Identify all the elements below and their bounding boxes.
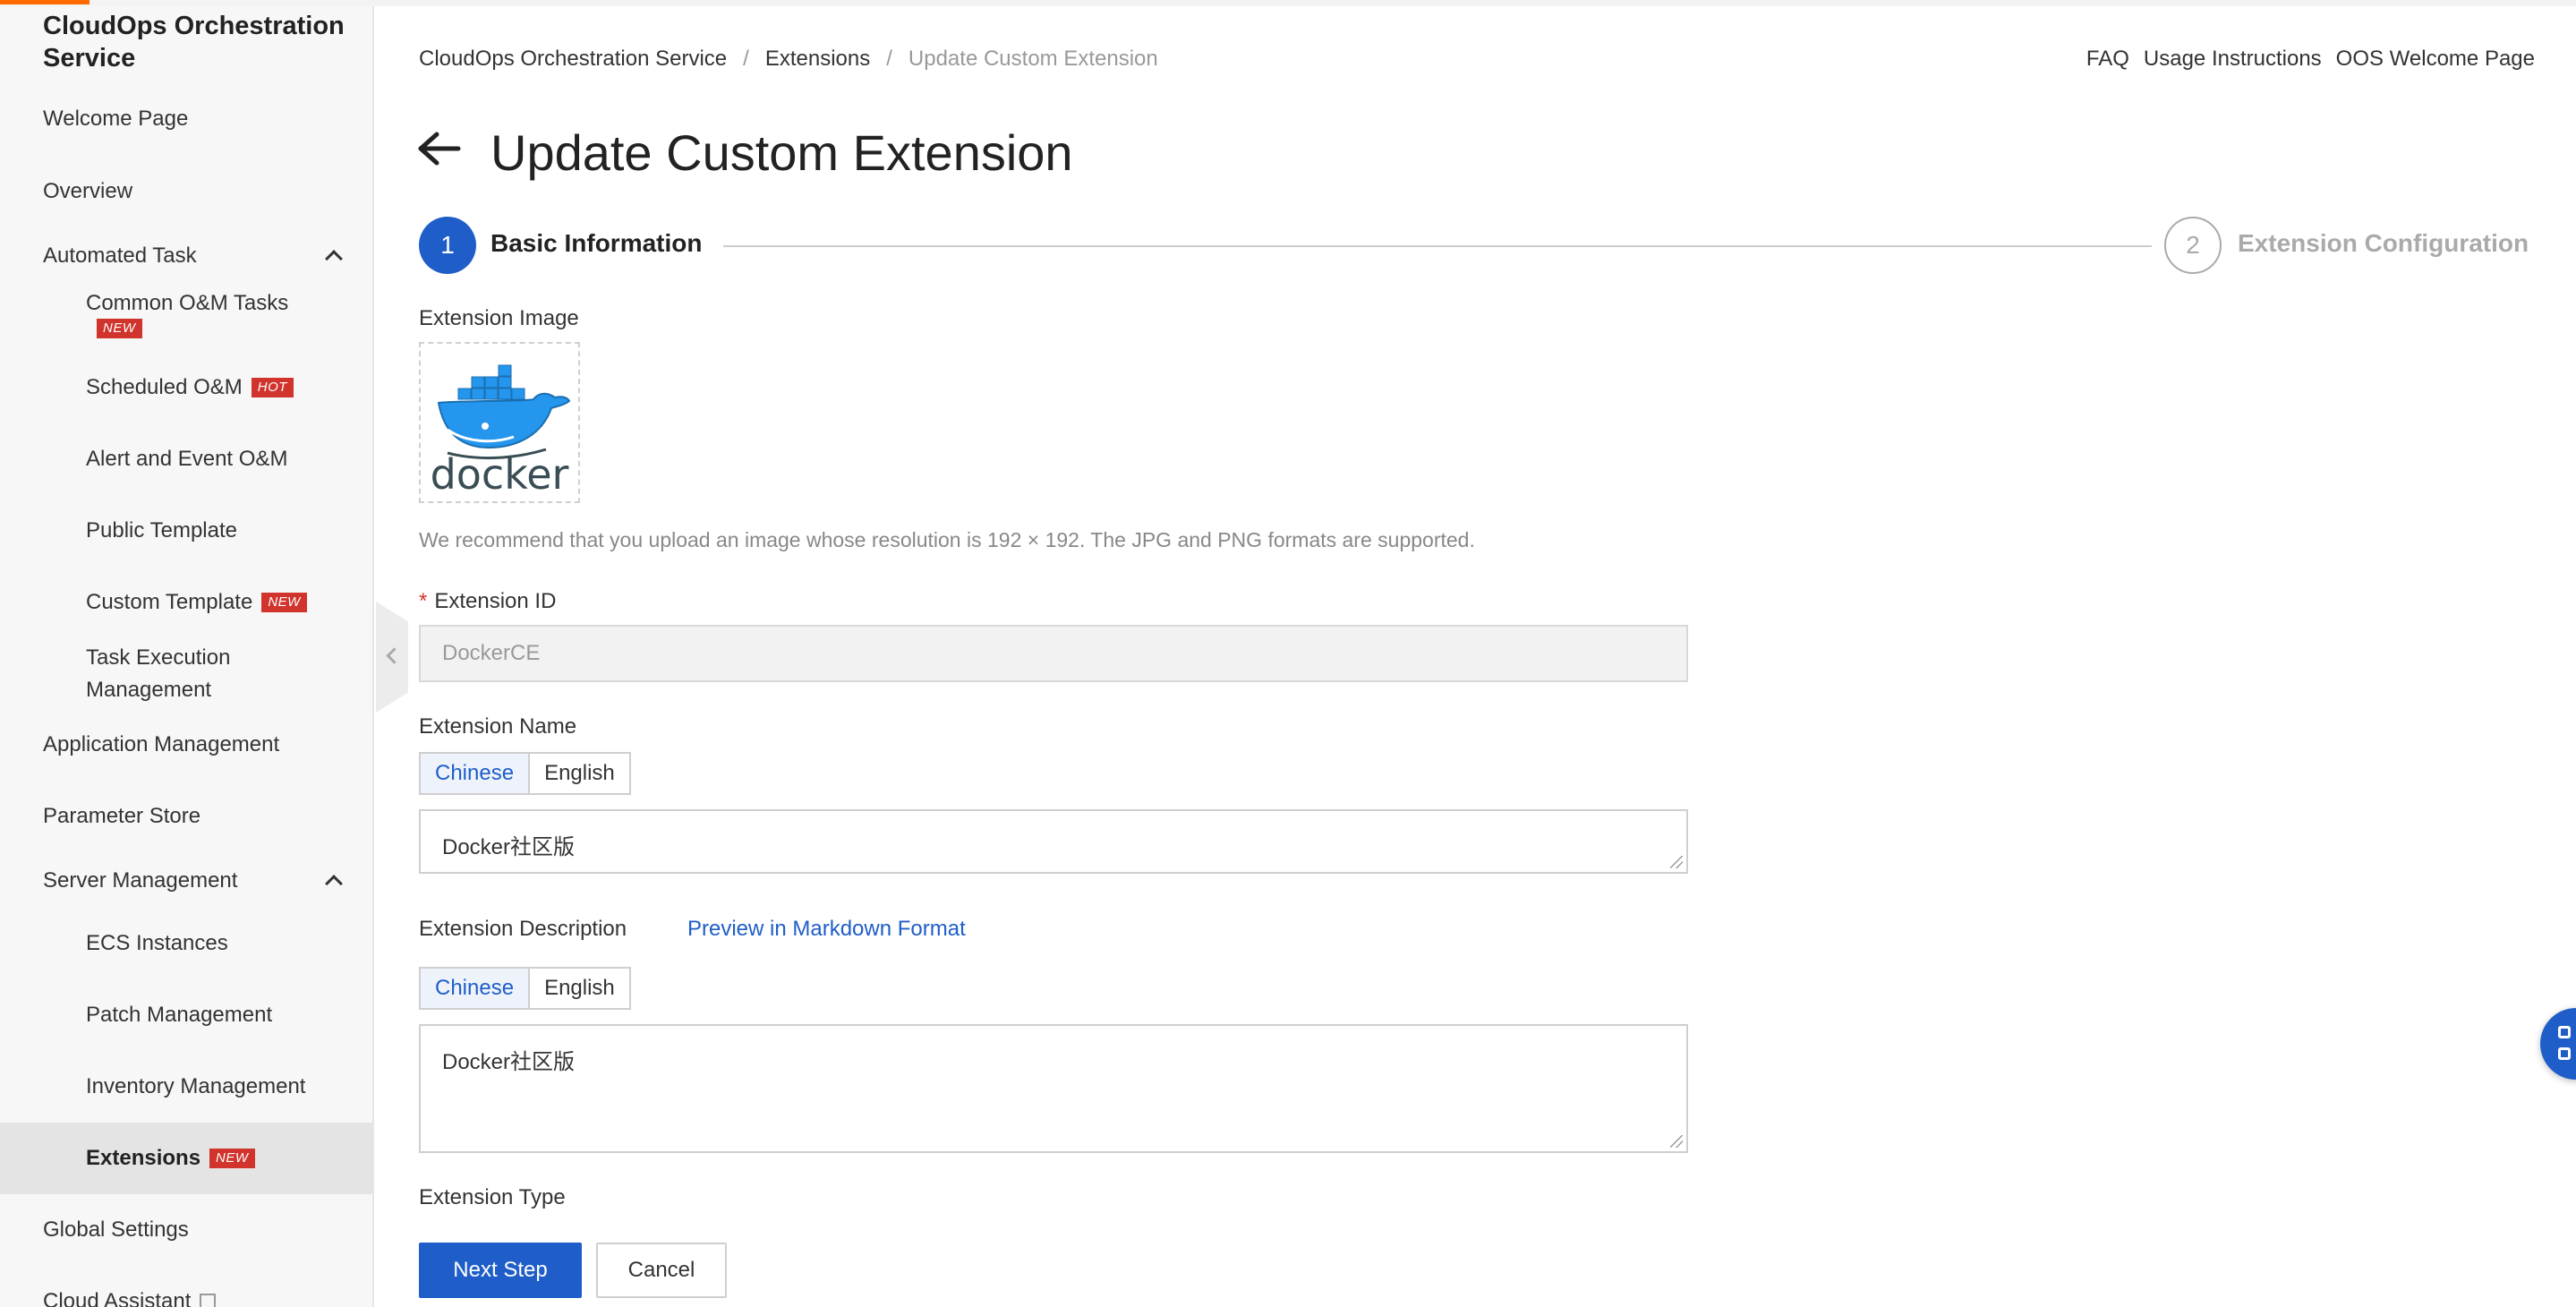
description-lang-english[interactable]: English xyxy=(530,967,631,1010)
step-2-indicator: 2 xyxy=(2164,217,2222,274)
chevron-up-icon xyxy=(325,250,343,268)
sidebar-item-automated-task[interactable]: Automated Task xyxy=(0,229,372,283)
description-lang-chinese[interactable]: Chinese xyxy=(419,967,531,1010)
next-step-button[interactable]: Next Step xyxy=(419,1243,582,1298)
sidebar-item-label: Overview xyxy=(43,179,133,203)
chevron-left-icon xyxy=(386,647,403,664)
sidebar-item-common-om[interactable]: Common O&M Tasks xyxy=(0,278,372,329)
grid-icon xyxy=(2558,1047,2571,1060)
extension-description-value: Docker社区版 xyxy=(442,1050,576,1074)
extension-id-input: DockerCE xyxy=(419,625,1688,682)
resize-grip-icon[interactable] xyxy=(1670,1135,1683,1148)
sidebar-item-inventory-management[interactable]: Inventory Management xyxy=(0,1060,372,1114)
sidebar-item-label: Custom Template xyxy=(86,590,253,614)
sidebar-item-label: Management xyxy=(86,678,212,702)
new-badge: NEW xyxy=(209,1149,255,1168)
sidebar-item-label: Server Management xyxy=(43,868,238,893)
sidebar-item-label: Inventory Management xyxy=(86,1074,306,1098)
new-badge: NEW xyxy=(261,593,307,612)
sidebar-item-label: Welcome Page xyxy=(43,107,189,131)
sidebar-item-label: Parameter Store xyxy=(43,804,201,828)
sidebar-item-label: Alert and Event O&M xyxy=(86,447,288,471)
sidebar-item-label: Extensions xyxy=(86,1146,201,1170)
extension-type-label: Extension Type xyxy=(419,1185,566,1209)
docker-logo-text: docker xyxy=(431,450,569,499)
markdown-preview-link[interactable]: Preview in Markdown Format xyxy=(687,917,966,942)
required-mark: * xyxy=(419,589,428,613)
sidebar-item-welcome[interactable]: Welcome Page xyxy=(0,92,372,146)
breadcrumb-separator: / xyxy=(886,47,892,71)
sidebar-item-label: Task Execution xyxy=(86,645,231,670)
page-title: Update Custom Extension xyxy=(490,124,1073,181)
extension-description-label: Extension Description xyxy=(419,917,627,941)
sidebar-item-label: Scheduled O&M xyxy=(86,375,243,399)
step-connector xyxy=(723,245,2152,247)
sidebar-item-label: ECS Instances xyxy=(86,931,228,955)
hot-badge: HOT xyxy=(251,378,294,397)
sidebar-item-label: Global Settings xyxy=(43,1217,189,1242)
chevron-up-icon xyxy=(325,875,343,893)
sidebar-item-cloud-assistant[interactable]: Cloud Assistant xyxy=(0,1275,372,1307)
sidebar-item-server-management[interactable]: Server Management xyxy=(0,854,372,908)
extension-description-language-toggle: Chinese English xyxy=(419,967,631,1010)
sidebar-item-parameter-store[interactable]: Parameter Store xyxy=(0,790,372,843)
extension-name-label: Extension Name xyxy=(419,714,577,739)
sidebar-collapse-handle[interactable] xyxy=(376,602,408,713)
sidebar-item-public-template[interactable]: Public Template xyxy=(0,504,372,558)
resize-grip-icon[interactable] xyxy=(1670,856,1683,868)
sidebar-item-label: Patch Management xyxy=(86,1003,273,1027)
faq-link[interactable]: FAQ xyxy=(2086,47,2129,72)
sidebar-item-overview[interactable]: Overview xyxy=(0,165,372,218)
breadcrumb-current: Update Custom Extension xyxy=(908,47,1158,71)
sidebar-item-label: Application Management xyxy=(43,732,280,756)
image-upload-hint: We recommend that you upload an image wh… xyxy=(419,528,1475,551)
sidebar-item-ecs-instances[interactable]: ECS Instances xyxy=(0,917,372,970)
new-badge: NEW xyxy=(97,319,142,338)
name-lang-english[interactable]: English xyxy=(530,752,631,795)
floating-apps-button[interactable] xyxy=(2540,1008,2576,1080)
sidebar-item-custom-template[interactable]: Custom Template NEW xyxy=(0,576,372,629)
top-strip xyxy=(0,0,2576,6)
sidebar-item-label: Common O&M Tasks xyxy=(86,291,289,315)
docker-logo: docker xyxy=(431,364,571,499)
back-arrow-icon[interactable] xyxy=(417,131,462,167)
grid-icon xyxy=(2558,1026,2571,1038)
breadcrumb: CloudOps Orchestration Service / Extensi… xyxy=(419,47,1158,72)
extension-image-upload[interactable]: docker xyxy=(419,342,580,503)
extension-name-language-toggle: Chinese English xyxy=(419,752,631,795)
sidebar-item-extensions[interactable]: Extensions NEW xyxy=(0,1123,372,1194)
extension-id-label: * Extension ID xyxy=(419,589,556,614)
sidebar-item-patch-management[interactable]: Patch Management xyxy=(0,988,372,1042)
extension-id-label-text: Extension ID xyxy=(434,589,557,613)
name-lang-chinese[interactable]: Chinese xyxy=(419,752,531,795)
sidebar-item-label: Cloud Assistant xyxy=(43,1289,192,1307)
sidebar-item-label: Public Template xyxy=(86,518,237,542)
step-2-label: Extension Configuration xyxy=(2238,229,2529,257)
sidebar-item-label: Automated Task xyxy=(43,243,197,268)
breadcrumb-parent[interactable]: Extensions xyxy=(765,47,870,72)
extension-description-input[interactable]: Docker社区版 xyxy=(419,1024,1688,1153)
breadcrumb-separator: / xyxy=(743,47,749,71)
sidebar: CloudOps Orchestration Service Welcome P… xyxy=(0,6,374,1307)
step-1-label: Basic Information xyxy=(490,229,703,257)
sidebar-item-alert-event-om[interactable]: Alert and Event O&M xyxy=(0,432,372,486)
sidebar-item-task-execution[interactable]: Task Execution Management xyxy=(0,638,372,706)
usage-instructions-link[interactable]: Usage Instructions xyxy=(2144,47,2322,72)
extension-image-label: Extension Image xyxy=(419,306,579,330)
sidebar-item-global-settings[interactable]: Global Settings xyxy=(0,1203,372,1257)
sidebar-brand: CloudOps Orchestration Service xyxy=(43,12,345,73)
sidebar-item-scheduled-om[interactable]: Scheduled O&M HOT xyxy=(0,361,372,414)
oos-welcome-link[interactable]: OOS Welcome Page xyxy=(2336,47,2535,72)
extension-name-value: Docker社区版 xyxy=(442,835,576,859)
extension-name-input[interactable]: Docker社区版 xyxy=(419,809,1688,874)
step-1-indicator: 1 xyxy=(419,217,476,274)
top-links: FAQ Usage Instructions OOS Welcome Page xyxy=(2086,47,2535,72)
brand-accent-bar xyxy=(0,0,90,4)
sidebar-item-application-management[interactable]: Application Management xyxy=(0,718,372,772)
breadcrumb-root[interactable]: CloudOps Orchestration Service xyxy=(419,47,727,72)
cancel-button[interactable]: Cancel xyxy=(596,1243,727,1298)
external-link-icon xyxy=(200,1294,217,1307)
